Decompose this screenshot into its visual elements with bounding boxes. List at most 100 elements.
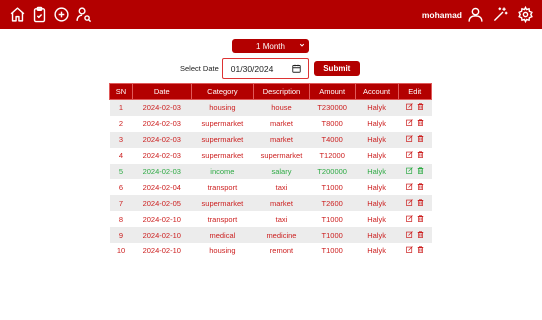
cell-edit: [398, 163, 432, 180]
delete-icon[interactable]: [417, 198, 424, 208]
cell-edit: [398, 227, 432, 244]
cell-date: 2024-02-04: [132, 179, 192, 196]
cell-category: transport: [191, 211, 254, 228]
edit-icon[interactable]: [405, 199, 413, 208]
cell-date: 2024-02-03: [132, 147, 192, 164]
table-row: 2 2024-02-03 supermarket market T8000 Halyk: [109, 115, 432, 132]
cell-description: market: [253, 115, 310, 132]
table-header-row: SN Date Category Description Amount Acco…: [109, 83, 433, 100]
clipboard-icon[interactable]: [28, 4, 50, 26]
cell-date: 2024-02-10: [132, 211, 192, 228]
cell-edit: [398, 115, 432, 132]
cell-edit: [398, 99, 432, 116]
user-search-icon[interactable]: [72, 4, 94, 26]
cell-amount: T230000: [309, 99, 356, 116]
cell-account: Halyk: [355, 179, 399, 196]
header-sn[interactable]: SN: [109, 83, 133, 100]
delete-icon[interactable]: [417, 167, 424, 176]
cell-description: taxi: [253, 179, 310, 196]
header-edit: Edit: [397, 83, 433, 100]
cell-description: salary: [253, 163, 310, 180]
cell-category: supermarket: [191, 115, 254, 132]
submit-button[interactable]: Submit: [313, 61, 360, 76]
magic-wand-icon[interactable]: [489, 4, 511, 26]
cell-date: 2024-02-10: [132, 227, 192, 244]
cell-sn: 3: [109, 131, 133, 148]
cell-sn: 6: [109, 179, 133, 196]
cell-date: 2024-02-03: [132, 163, 192, 180]
edit-icon[interactable]: [405, 230, 413, 240]
cell-account: Halyk: [355, 147, 399, 164]
cell-account: Halyk: [355, 115, 399, 132]
delete-icon[interactable]: [417, 214, 424, 224]
cell-category: transport: [191, 179, 254, 196]
cell-edit: [398, 179, 432, 196]
chevron-down-icon: [299, 43, 305, 47]
edit-icon[interactable]: [405, 167, 413, 176]
cell-edit: [398, 211, 432, 228]
table-row: 3 2024-02-03 supermarket market T4000 Halyk: [109, 131, 432, 148]
cell-edit: [398, 131, 432, 148]
header-description[interactable]: Description: [253, 83, 310, 100]
delete-icon[interactable]: [417, 151, 424, 160]
cell-date: 2024-02-05: [132, 195, 192, 212]
cell-sn: 1: [109, 99, 133, 116]
header-account[interactable]: Account: [354, 83, 399, 100]
cell-category: supermarket: [191, 195, 254, 212]
cell-edit: [398, 243, 432, 259]
cell-sn: 8: [109, 211, 133, 228]
delete-icon[interactable]: [417, 135, 424, 144]
edit-icon[interactable]: [405, 151, 413, 160]
delete-icon[interactable]: [417, 230, 424, 240]
home-icon[interactable]: [6, 4, 28, 26]
table-row: 10 2024-02-10 housing remont T1000 Halyk: [109, 243, 432, 259]
cell-account: Halyk: [355, 227, 399, 244]
cell-edit: [398, 195, 432, 212]
header-amount[interactable]: Amount: [308, 83, 356, 100]
cell-date: 2024-02-03: [132, 99, 192, 116]
date-input[interactable]: 01/30/2024: [221, 58, 309, 79]
edit-icon[interactable]: [405, 246, 413, 255]
edit-icon[interactable]: [405, 119, 413, 128]
edit-icon[interactable]: [405, 103, 413, 112]
cell-description: market: [253, 195, 310, 212]
delete-icon[interactable]: [417, 246, 424, 255]
delete-icon[interactable]: [417, 119, 424, 128]
cell-category: income: [191, 163, 254, 180]
cell-sn: 4: [109, 147, 133, 164]
cell-amount: T1000: [309, 243, 356, 259]
cell-description: taxi: [253, 211, 310, 228]
gear-icon[interactable]: [514, 4, 536, 26]
cell-account: Halyk: [355, 243, 399, 259]
cell-amount: T8000: [309, 115, 356, 132]
delete-icon[interactable]: [417, 103, 424, 112]
table-body: 1 2024-02-03 housing house T230000 Halyk 2 2024…: [109, 99, 432, 259]
cell-amount: T1000: [309, 211, 356, 228]
edit-icon[interactable]: [405, 214, 413, 224]
cell-category: medical: [191, 227, 254, 244]
cell-date: 2024-02-03: [132, 131, 192, 148]
username[interactable]: mohamad: [422, 10, 462, 20]
table-row: 6 2024-02-04 transport taxi T1000 Halyk: [109, 179, 432, 196]
period-select[interactable]: 1 Month: [232, 39, 309, 53]
date-label: Select Date: [180, 64, 219, 73]
user-icon[interactable]: [464, 4, 486, 26]
header-date[interactable]: Date: [132, 83, 192, 100]
cell-amount: T1000: [309, 227, 356, 244]
edit-icon[interactable]: [405, 135, 413, 144]
delete-icon[interactable]: [417, 183, 424, 192]
edit-icon[interactable]: [405, 183, 413, 192]
table-row: 9 2024-02-10 medical medicine T1000 Halyk: [109, 227, 432, 244]
table-row: 1 2024-02-03 housing house T230000 Halyk: [109, 99, 432, 116]
table-row: 4 2024-02-03 supermarket supermarket T12000 H…: [109, 147, 432, 164]
table-row: 8 2024-02-10 transport taxi T1000 Halyk: [109, 211, 432, 228]
cell-description: medicine: [253, 227, 310, 244]
date-selector: Select Date 01/30/2024 Submit: [180, 58, 360, 79]
cell-account: Halyk: [355, 195, 399, 212]
header-category[interactable]: Category: [190, 83, 255, 100]
cell-amount: T200000: [309, 163, 356, 180]
cell-category: housing: [191, 243, 254, 259]
add-circle-icon[interactable]: [50, 4, 72, 26]
calendar-icon[interactable]: [292, 64, 301, 73]
cell-sn: 7: [109, 195, 133, 212]
